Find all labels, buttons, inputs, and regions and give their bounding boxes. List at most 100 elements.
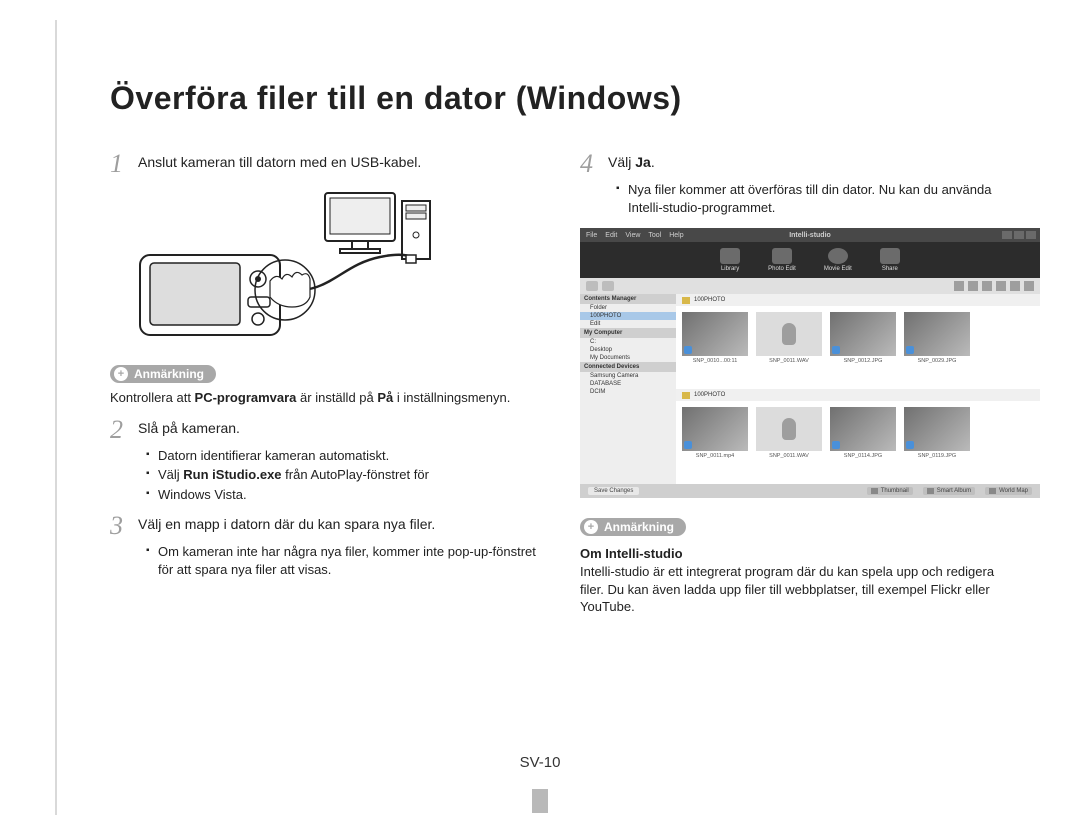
maximize-icon[interactable] — [1014, 231, 1024, 239]
page-number: SV-10 — [520, 754, 561, 771]
app-title: Intelli-studio — [580, 232, 1040, 239]
page-tab-decoration — [532, 789, 548, 813]
filetype-icon — [832, 441, 840, 449]
window-controls — [1002, 231, 1036, 239]
share-icon — [880, 248, 900, 264]
camera-pc-illustration — [130, 185, 450, 345]
sidebar-head: Contents Manager — [580, 294, 676, 304]
sidebar-item[interactable]: 100PHOTO — [580, 312, 676, 320]
t: Ja — [635, 154, 651, 170]
t: Run iStudio.exe — [183, 467, 281, 482]
filetype-icon — [832, 346, 840, 354]
t: Movie Edit — [824, 266, 852, 272]
step-3: 3 Välj en mapp i datorn där du kan spara… — [110, 515, 550, 539]
filetype-icon — [906, 441, 914, 449]
back-button[interactable] — [586, 281, 598, 291]
step-2: 2 Slå på kameran. — [110, 419, 550, 443]
minimize-icon[interactable] — [1002, 231, 1012, 239]
grid-icon — [871, 488, 878, 494]
bullet-icon: ▪ — [146, 486, 158, 504]
tab-share[interactable]: Share — [880, 248, 900, 272]
filetype-icon — [684, 441, 692, 449]
globe-icon — [989, 488, 996, 494]
tool-icon[interactable] — [996, 281, 1006, 291]
t: Välj — [608, 154, 635, 170]
thumbnail[interactable]: SNP_0114.JPG — [830, 407, 896, 478]
thumbnail[interactable]: SNP_0010...00:11 — [682, 312, 748, 383]
t: Library — [721, 266, 739, 272]
sidebar-item[interactable]: DCIM — [580, 388, 676, 396]
folder-name: 100PHOTO — [694, 392, 725, 398]
forward-button[interactable] — [602, 281, 614, 291]
note-text: Kontrollera att PC-programvara är instäl… — [110, 389, 550, 407]
thumbnail-row: SNP_0011.mp4 SNP_0011.WAV SNP_0114.JPG S… — [676, 401, 1040, 484]
sidebar-item[interactable]: My Documents — [580, 354, 676, 362]
thumbnail[interactable]: SNP_0119.JPG — [904, 407, 970, 478]
folder-bar: 100PHOTO — [676, 389, 1040, 401]
caption: SNP_0011.WAV — [769, 453, 809, 459]
t: Välj Run iStudio.exe från AutoPlay-fönst… — [158, 466, 429, 484]
folder-icon — [682, 297, 690, 304]
tool-icon[interactable] — [1024, 281, 1034, 291]
app-toolbar — [580, 278, 1040, 294]
photo-icon — [772, 248, 792, 264]
manual-page: Överföra filer till en dator (Windows) 1… — [0, 0, 1080, 835]
t: Photo Edit — [768, 266, 796, 272]
t: Smart Album — [937, 488, 971, 494]
status-bar: Save Changes Thumbnail Smart Album World… — [580, 484, 1040, 498]
note-text: Intelli-studio är ett integrerat program… — [580, 563, 1020, 616]
sidebar-item[interactable]: Folder — [580, 304, 676, 312]
step-4: 4 Välj Ja. — [580, 153, 1020, 177]
bullet-icon: ▪ — [616, 181, 628, 216]
view-world-map[interactable]: World Map — [985, 487, 1032, 495]
sidebar-item[interactable]: Desktop — [580, 346, 676, 354]
step-4-bullet: ▪ Nya filer kommer att överföras till di… — [616, 181, 1020, 216]
note-badge: + Anmärkning — [110, 365, 216, 383]
step-2-bullet: ▪ Välj Run iStudio.exe från AutoPlay-fön… — [146, 466, 550, 484]
folder-bar: 100PHOTO — [676, 294, 1040, 306]
sidebar: Contents Manager Folder 100PHOTO Edit My… — [580, 294, 676, 484]
t: från AutoPlay-fönstret för — [282, 467, 429, 482]
t: PC-programvara — [195, 390, 297, 405]
step-text: Anslut kameran till datorn med en USB-ka… — [138, 153, 421, 172]
t: Välj — [158, 467, 183, 482]
view-smart-album[interactable]: Smart Album — [923, 487, 975, 495]
close-icon[interactable] — [1026, 231, 1036, 239]
bullet-icon: ▪ — [146, 466, 158, 484]
sidebar-item[interactable]: DATABASE — [580, 380, 676, 388]
thumbnail[interactable]: SNP_0011.WAV — [756, 407, 822, 478]
step-text: Välj en mapp i datorn där du kan spara n… — [138, 515, 435, 534]
tool-icon[interactable] — [968, 281, 978, 291]
step-2-bullet: ▪ Datorn identifierar kameran automatisk… — [146, 447, 550, 465]
thumbnail[interactable]: SNP_0011.WAV — [756, 312, 822, 383]
thumbnail[interactable]: SNP_0011.mp4 — [682, 407, 748, 478]
step-number: 2 — [110, 417, 138, 443]
app-menubar: File Edit View Tool Help Intelli-studio — [580, 228, 1040, 242]
save-changes-button[interactable]: Save Changes — [588, 487, 639, 495]
sidebar-item[interactable]: Samsung Camera — [580, 372, 676, 380]
tool-icon[interactable] — [982, 281, 992, 291]
tab-library[interactable]: Library — [720, 248, 740, 272]
tab-movie-edit[interactable]: Movie Edit — [824, 248, 852, 272]
step-number: 3 — [110, 513, 138, 539]
plus-icon: + — [114, 367, 128, 381]
view-thumbnail[interactable]: Thumbnail — [867, 487, 913, 495]
folder-name: 100PHOTO — [694, 297, 725, 303]
bullet-icon: ▪ — [146, 447, 158, 465]
caption: SNP_0012.JPG — [844, 358, 883, 364]
app-main: 100PHOTO SNP_0010...00:11 SNP_0011.WAV S… — [676, 294, 1040, 484]
t: Om kameran inte har några nya filer, kom… — [158, 543, 550, 578]
step-number: 1 — [110, 151, 138, 177]
tool-icon[interactable] — [1010, 281, 1020, 291]
subheading: Om Intelli-studio — [580, 546, 1020, 561]
sidebar-item[interactable]: C: — [580, 338, 676, 346]
sidebar-item[interactable]: Edit — [580, 320, 676, 328]
tool-icon[interactable] — [954, 281, 964, 291]
thumbnail[interactable]: SNP_0029.JPG — [904, 312, 970, 383]
thumbnail[interactable]: SNP_0012.JPG — [830, 312, 896, 383]
note-label: Anmärkning — [134, 367, 204, 381]
t: Nya filer kommer att överföras till din … — [628, 181, 1020, 216]
folder-icon — [682, 392, 690, 399]
t: World Map — [999, 488, 1028, 494]
tab-photo-edit[interactable]: Photo Edit — [768, 248, 796, 272]
